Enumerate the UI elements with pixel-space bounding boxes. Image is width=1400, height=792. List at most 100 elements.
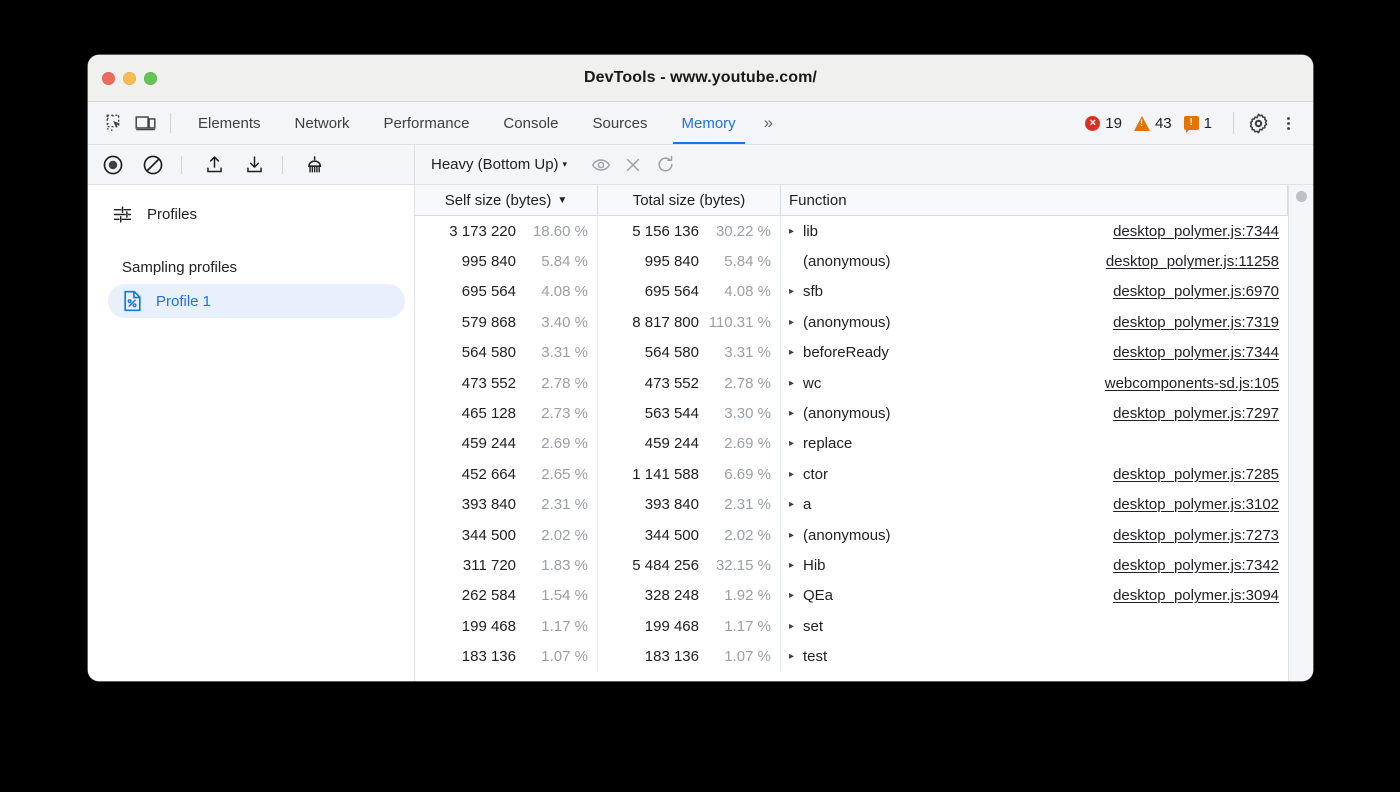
cell-function: ▸ctor desktop_polymer.js:7285: [781, 459, 1288, 489]
expand-triangle-icon[interactable]: ▸: [789, 226, 803, 237]
scrollbar-thumb[interactable]: [1296, 191, 1307, 202]
warning-counter[interactable]: 43: [1134, 115, 1172, 132]
table-row[interactable]: 393 8402.31 %393 8402.31 %▸adesktop_poly…: [415, 490, 1288, 520]
function-name: replace: [803, 435, 852, 452]
expand-triangle-icon[interactable]: ▸: [789, 530, 803, 541]
inspect-element-icon[interactable]: [100, 110, 130, 136]
total-size-value: 473 552: [645, 375, 699, 392]
function-name: Hib: [803, 557, 826, 574]
view-selector-dropdown[interactable]: Heavy (Bottom Up) ▾: [425, 156, 573, 173]
source-link[interactable]: desktop_polymer.js:7273: [1113, 527, 1288, 544]
table-row[interactable]: 311 7201.83 %5 484 25632.15 %▸Hibdesktop…: [415, 550, 1288, 580]
column-header-self-size[interactable]: Self size (bytes) ▼: [415, 185, 598, 215]
expand-triangle-icon[interactable]: ▸: [789, 621, 803, 632]
table-row[interactable]: 579 8683.40 %8 817 800110.31 %▸(anonymou…: [415, 307, 1288, 337]
source-link[interactable]: desktop_polymer.js:7297: [1113, 405, 1288, 422]
source-link[interactable]: desktop_polymer.js:6970: [1113, 283, 1288, 300]
source-link[interactable]: desktop_polymer.js:7344: [1113, 223, 1288, 240]
exclude-selected-function-icon[interactable]: [617, 151, 649, 179]
tab-memory[interactable]: Memory: [665, 102, 753, 144]
table-row[interactable]: 262 5841.54 %328 2481.92 %▸QEadesktop_po…: [415, 581, 1288, 611]
source-link[interactable]: desktop_polymer.js:11258: [1106, 253, 1288, 270]
device-toolbar-icon[interactable]: [130, 110, 160, 136]
sidebar-item-profile-1[interactable]: Profile 1: [108, 284, 405, 318]
table-row[interactable]: 473 5522.78 %473 5522.78 %▸wcwebcomponen…: [415, 368, 1288, 398]
column-header-function[interactable]: Function: [781, 185, 1288, 215]
expand-triangle-icon[interactable]: ▸: [789, 469, 803, 480]
load-profile-icon[interactable]: [199, 151, 229, 179]
toolbar-divider: [282, 156, 283, 174]
focus-selected-function-icon[interactable]: [585, 151, 617, 179]
table-row[interactable]: 564 5803.31 %564 5803.31 %▸beforeReadyde…: [415, 338, 1288, 368]
table-row[interactable]: 995 8405.84 %995 8405.84 %▸(anonymous)de…: [415, 246, 1288, 276]
error-counter[interactable]: × 19: [1085, 115, 1122, 132]
tab-console[interactable]: Console: [486, 102, 575, 144]
self-size-percent: 1.54 %: [516, 587, 588, 604]
cell-function: ▸QEadesktop_polymer.js:3094: [781, 581, 1288, 611]
expand-triangle-icon[interactable]: ▸: [789, 317, 803, 328]
sidebar-item-label: Profile 1: [156, 293, 211, 310]
sidebar-section-label: Sampling profiles: [88, 234, 414, 284]
table-scrollbar[interactable]: [1288, 185, 1313, 681]
issue-counter[interactable]: ! 1: [1184, 115, 1212, 132]
cell-self-size: 564 5803.31 %: [415, 338, 598, 368]
expand-triangle-icon[interactable]: ▸: [789, 651, 803, 662]
source-link[interactable]: desktop_polymer.js:7342: [1113, 557, 1288, 574]
tab-sources[interactable]: Sources: [575, 102, 664, 144]
sidebar-header-profiles[interactable]: Profiles: [88, 195, 414, 234]
expand-triangle-icon[interactable]: ▸: [789, 408, 803, 419]
cell-total-size: 1 141 5886.69 %: [598, 459, 781, 489]
function-name: ctor: [803, 466, 828, 483]
expand-triangle-icon[interactable]: ▸: [789, 286, 803, 297]
expand-triangle-icon[interactable]: ▸: [789, 499, 803, 510]
maximize-window-button[interactable]: [144, 72, 157, 85]
table-row[interactable]: 199 4681.17 %199 4681.17 %▸set: [415, 611, 1288, 641]
table-row[interactable]: 344 5002.02 %344 5002.02 %▸(anonymous)de…: [415, 520, 1288, 550]
column-header-total-size[interactable]: Total size (bytes): [598, 185, 781, 215]
restore-all-functions-icon[interactable]: [649, 151, 681, 179]
minimize-window-button[interactable]: [123, 72, 136, 85]
expand-triangle-icon[interactable]: ▸: [789, 438, 803, 449]
tab-performance[interactable]: Performance: [367, 102, 487, 144]
cell-function: ▸test: [781, 641, 1288, 671]
record-icon[interactable]: [98, 151, 128, 179]
self-size-percent: 18.60 %: [516, 223, 588, 240]
source-link[interactable]: desktop_polymer.js:3102: [1113, 496, 1288, 513]
error-count: 19: [1105, 115, 1122, 132]
source-link[interactable]: desktop_polymer.js:7344: [1113, 344, 1288, 361]
table-row[interactable]: 3 173 22018.60 %5 156 13630.22 %▸libdesk…: [415, 216, 1288, 246]
total-size-percent: 1.92 %: [699, 587, 771, 604]
more-tabs-icon[interactable]: »: [753, 102, 782, 144]
expand-triangle-icon[interactable]: ▸: [789, 378, 803, 389]
expand-triangle-icon[interactable]: ▸: [789, 560, 803, 571]
tab-label: Sources: [592, 115, 647, 132]
expand-triangle-icon[interactable]: ▸: [789, 347, 803, 358]
table-row[interactable]: 452 6642.65 %1 141 5886.69 %▸ctordesktop…: [415, 459, 1288, 489]
table-row[interactable]: 695 5644.08 %695 5644.08 %▸sfbdesktop_po…: [415, 277, 1288, 307]
total-size-value: 199 468: [645, 618, 699, 635]
source-link[interactable]: desktop_polymer.js:3094: [1113, 587, 1288, 604]
tab-elements[interactable]: Elements: [181, 102, 278, 144]
gear-icon[interactable]: [1243, 108, 1273, 138]
table-row[interactable]: 465 1282.73 %563 5443.30 %▸(anonymous)de…: [415, 398, 1288, 428]
total-size-percent: 32.15 %: [699, 557, 771, 574]
self-size-percent: 3.31 %: [516, 344, 588, 361]
clear-icon[interactable]: [138, 151, 168, 179]
column-label: Self size (bytes): [445, 192, 552, 209]
self-size-percent: 2.73 %: [516, 405, 588, 422]
source-link[interactable]: desktop_polymer.js:7285: [1113, 466, 1288, 483]
collect-garbage-icon[interactable]: [300, 151, 330, 179]
expand-triangle-icon[interactable]: ▸: [789, 590, 803, 601]
warning-count: 43: [1155, 115, 1172, 132]
source-link[interactable]: webcomponents-sd.js:105: [1105, 375, 1288, 392]
save-profile-icon[interactable]: [239, 151, 269, 179]
cell-total-size: 199 4681.17 %: [598, 611, 781, 641]
source-link[interactable]: desktop_polymer.js:7319: [1113, 314, 1288, 331]
close-window-button[interactable]: [102, 72, 115, 85]
self-size-value: 452 664: [462, 466, 516, 483]
kebab-menu-icon[interactable]: [1273, 108, 1303, 138]
table-row[interactable]: 183 1361.07 %183 1361.07 %▸test: [415, 641, 1288, 671]
tab-network[interactable]: Network: [278, 102, 367, 144]
cell-self-size: 311 7201.83 %: [415, 550, 598, 580]
table-row[interactable]: 459 2442.69 %459 2442.69 %▸replace: [415, 429, 1288, 459]
